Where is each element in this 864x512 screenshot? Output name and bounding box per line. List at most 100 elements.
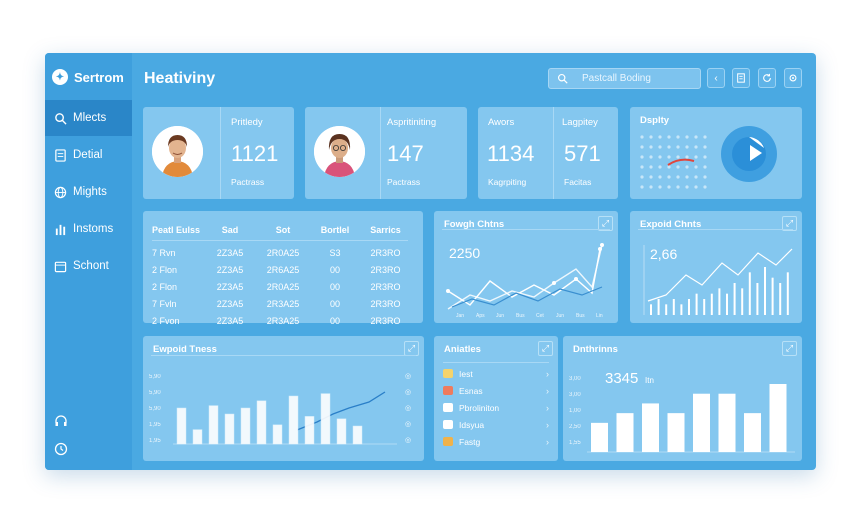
table-cell: 2Z3A5	[216, 247, 244, 258]
stat-card-profile-2[interactable]: Aspritiniting 147 Pactrass	[305, 107, 467, 199]
y-tick-label: 2,50	[569, 424, 581, 430]
sidebar: ✦ Sertrom Mlects Detial Mights Instoms S…	[45, 53, 132, 470]
activity-list: Iest › Esnas › Pbroliniton › Idsyua › Fastg ›	[443, 362, 549, 450]
sidebar-item-mlects[interactable]: Mlects	[45, 100, 132, 136]
column-header[interactable]: Bortlel	[310, 225, 360, 235]
trend-bar	[224, 413, 235, 445]
table-cell: 2R3A25	[266, 315, 300, 326]
dot-matrix-chart	[640, 135, 707, 189]
table-cell: 2Z3A5	[216, 264, 244, 275]
brand[interactable]: ✦ Sertrom	[52, 69, 124, 85]
data-table: Peatl Eulss Sad Sot Bortlel Sarrics 7 Rv…	[149, 219, 411, 329]
line-chart-card: Fowgh Chtns ⤢ 2250 Jan Aps Jun Bus Cet Jun Bus…	[434, 211, 618, 323]
sidebar-item-detial[interactable]: Detial	[45, 137, 132, 173]
card-divider	[638, 229, 793, 230]
stat-label: Awors	[488, 117, 515, 128]
table-cell: 00	[329, 315, 340, 326]
x-tick-label: Jun	[496, 313, 504, 319]
clock-icon[interactable]	[54, 442, 68, 456]
sidebar-bottom	[54, 414, 68, 456]
stat-value: 571	[564, 141, 601, 166]
sidebar-item-schont[interactable]: Schont	[45, 248, 132, 284]
sidebar-item-instoms[interactable]: Instoms	[45, 211, 132, 247]
table-cell: 7 Rvn	[152, 247, 176, 258]
grid-dot	[658, 145, 662, 149]
grid-dot	[694, 155, 698, 159]
table-cell: 2R0A25	[266, 247, 300, 258]
distribution-bar	[693, 393, 710, 452]
list-item[interactable]: Idsyua ›	[443, 416, 549, 433]
trend-bar	[192, 429, 203, 445]
column-header[interactable]: Sarrics	[360, 225, 411, 235]
x-tick-label: Lin	[596, 313, 603, 319]
table-cell: 2R3RO	[370, 315, 401, 326]
table-row[interactable]: 2 Flon 2Z3A5 2R6A25 00 2R3RO	[149, 261, 411, 278]
sidebar-item-label: Mights	[73, 186, 107, 198]
sidebar-item-label: Detial	[73, 149, 103, 161]
table-cell: 2R3A25	[266, 298, 300, 309]
spark-bar	[771, 277, 774, 315]
x-tick-label: Jun	[556, 313, 564, 319]
bookmark-button[interactable]	[732, 68, 750, 88]
grid-dot	[703, 165, 707, 169]
display-card[interactable]: Dsplty	[630, 107, 802, 199]
grid-dot	[658, 185, 662, 189]
trend-bar	[272, 424, 283, 445]
table-header: Peatl Eulss Sad Sot Bortlel Sarrics	[149, 219, 411, 240]
spark-bar	[695, 293, 698, 315]
table-row[interactable]: 7 Fvln 2Z3A5 2R3A25 00 2R3RO	[149, 295, 411, 312]
distribution-card: Dnthrinns ⤢ 3345 Itn 3,00 3,00 1,00 2,50 1,5…	[563, 336, 802, 461]
chevron-right-icon: ›	[546, 368, 549, 379]
column-header[interactable]: Sad	[204, 225, 256, 235]
spark-bar	[665, 304, 668, 315]
grid-dot	[694, 145, 698, 149]
trend-bar	[208, 405, 219, 445]
stat-label: Pritledy	[231, 117, 263, 128]
grid-dot	[685, 155, 689, 159]
y-tick-label: 1,00	[569, 408, 581, 414]
headset-icon[interactable]	[54, 414, 68, 428]
list-item-label: Pbroliniton	[459, 402, 500, 413]
list-item[interactable]: Esnas ›	[443, 382, 549, 399]
table-cell: 2R6A25	[266, 264, 300, 275]
expand-button[interactable]: ⤢	[538, 341, 553, 356]
stat-card-profile-1[interactable]: Pritledy 1121 Pactrass	[143, 107, 294, 199]
expand-button[interactable]: ⤢	[782, 341, 797, 356]
line-chart: Jan Aps Jun Bus Cet Jun Bus Lin	[446, 243, 604, 319]
grid-dot	[649, 135, 653, 139]
table-cell: 00	[329, 264, 340, 275]
stat-value: 1121	[231, 141, 279, 166]
grid-dot	[658, 155, 662, 159]
list-item[interactable]: Pbroliniton ›	[443, 399, 549, 416]
search-input[interactable]	[582, 73, 692, 84]
column-header[interactable]: Peatl Eulss	[149, 225, 204, 235]
table-row[interactable]: 2 Fvon 2Z3A5 2R3A25 00 2R3RO	[149, 312, 411, 329]
expand-button[interactable]: ⤢	[404, 341, 419, 356]
trend-line	[667, 158, 695, 166]
sidebar-item-mights[interactable]: Mights	[45, 174, 132, 210]
refresh-button[interactable]	[758, 68, 776, 88]
chevron-right-icon: ›	[546, 385, 549, 396]
trend-bar	[288, 395, 299, 445]
y-tick-label: 1,55	[569, 440, 581, 446]
stat-label: Lagpitey	[562, 117, 598, 128]
gift-icon	[443, 437, 453, 446]
spark-bar	[650, 304, 652, 315]
grid-dot	[676, 135, 680, 139]
grid-dot	[649, 175, 653, 179]
activity-list-card: Aniatles ⤢ Iest › Esnas › Pbroliniton › Ids…	[434, 336, 558, 461]
table-row[interactable]: 7 Rvn 2Z3A5 2R0A25 S3 2R3RO	[149, 244, 411, 261]
search-box[interactable]	[548, 68, 701, 89]
stat-card-metrics[interactable]: Awors 1134 Kagrpiting Lagpitey 571 Facit…	[478, 107, 618, 199]
list-item[interactable]: Iest ›	[443, 365, 549, 382]
trend-bar	[176, 407, 187, 445]
grid-dot	[676, 145, 680, 149]
x-tick-label: Bus	[516, 313, 525, 319]
settings-button[interactable]	[784, 68, 802, 88]
trend-bar	[256, 400, 267, 445]
column-header[interactable]: Sot	[256, 225, 310, 235]
table-row[interactable]: 2 Flon 2Z3A5 2R0A25 00 2R3RO	[149, 278, 411, 295]
back-button[interactable]: ‹	[707, 68, 725, 88]
grid-dot	[640, 155, 644, 159]
list-item[interactable]: Fastg ›	[443, 433, 549, 450]
